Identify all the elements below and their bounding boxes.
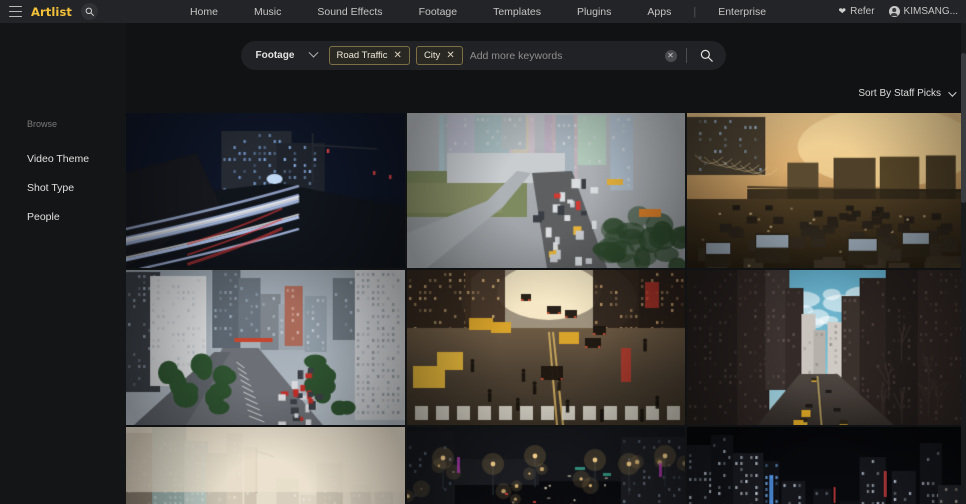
scrollbar-thumb[interactable] <box>961 53 966 203</box>
nav-right-group: ❤ Refer KIMSANG... <box>839 6 958 17</box>
account-name: KIMSANG... <box>903 6 958 17</box>
sidebar-heading: Browse <box>27 119 58 129</box>
primary-nav-links: Home Music Sound Effects Footage Templat… <box>182 6 784 18</box>
sort-label: Sort By Staff Picks <box>858 88 941 99</box>
heart-icon: ❤ <box>838 6 847 16</box>
result-item-8[interactable] <box>687 427 966 504</box>
sort-control[interactable]: Sort By Staff Picks <box>858 87 957 99</box>
browse-sidebar: Browse Video Theme Shot Type People <box>0 23 126 504</box>
nav-divider: | <box>693 5 697 18</box>
avatar-icon <box>888 6 900 17</box>
page-scrollbar[interactable] <box>961 23 966 504</box>
result-item-1[interactable] <box>406 113 686 268</box>
nav-item-sound-effects[interactable]: Sound Effects <box>299 6 400 18</box>
keyword-chip-city[interactable]: City ✕ <box>415 46 463 65</box>
sidebar-item-video-theme[interactable]: Video Theme <box>0 145 126 174</box>
account-menu[interactable]: KIMSANG... <box>888 6 958 17</box>
search-row: Footage Road Traffic ✕ City ✕ ✕ <box>0 41 966 70</box>
result-item-5[interactable] <box>687 270 966 425</box>
logo-text: Artlist <box>31 4 72 19</box>
refer-button[interactable]: ❤ Refer <box>839 6 875 17</box>
nav-item-plugins[interactable]: Plugins <box>559 6 629 18</box>
result-item-2[interactable] <box>687 113 966 268</box>
result-item-3[interactable] <box>126 270 405 425</box>
keyword-chip-road-traffic[interactable]: Road Traffic ✕ <box>328 46 410 65</box>
chip-label: City <box>423 50 441 61</box>
nav-item-footage[interactable]: Footage <box>401 6 476 18</box>
search-input[interactable] <box>469 43 665 68</box>
chevron-down-icon <box>948 87 957 97</box>
search-submit-icon[interactable] <box>696 45 718 67</box>
hamburger-icon[interactable] <box>9 6 22 17</box>
search-divider <box>685 48 687 63</box>
nav-item-templates[interactable]: Templates <box>475 6 559 18</box>
result-item-6[interactable] <box>126 427 405 504</box>
category-value: Footage <box>255 50 295 61</box>
chip-label: Road Traffic <box>336 50 388 61</box>
result-item-4[interactable] <box>406 270 686 425</box>
nav-left-group: Artlist <box>0 3 98 20</box>
nav-item-home[interactable]: Home <box>182 6 236 18</box>
sidebar-item-shot-type[interactable]: Shot Type <box>0 174 126 203</box>
result-item-0[interactable] <box>126 113 405 268</box>
keyword-chip-list: Road Traffic ✕ City ✕ <box>328 46 463 65</box>
close-icon[interactable]: ✕ <box>446 50 454 61</box>
search-bar: Footage Road Traffic ✕ City ✕ ✕ <box>240 41 726 70</box>
refer-label: Refer <box>850 6 875 17</box>
results-grid <box>126 113 966 504</box>
search-icon[interactable] <box>81 3 98 20</box>
artlist-logo[interactable]: Artlist <box>31 5 72 19</box>
nav-item-apps[interactable]: Apps <box>629 6 689 18</box>
result-item-7[interactable] <box>406 427 686 504</box>
top-navigation-bar: Artlist Home Music Sound Effects Footage… <box>0 0 966 23</box>
chevron-down-icon <box>308 47 318 58</box>
clear-search-icon[interactable]: ✕ <box>664 49 677 62</box>
nav-item-enterprise[interactable]: Enterprise <box>700 6 784 18</box>
sidebar-item-people[interactable]: People <box>0 203 126 232</box>
nav-item-music[interactable]: Music <box>236 6 299 18</box>
category-dropdown[interactable]: Footage <box>241 41 329 70</box>
close-icon[interactable]: ✕ <box>394 50 402 61</box>
